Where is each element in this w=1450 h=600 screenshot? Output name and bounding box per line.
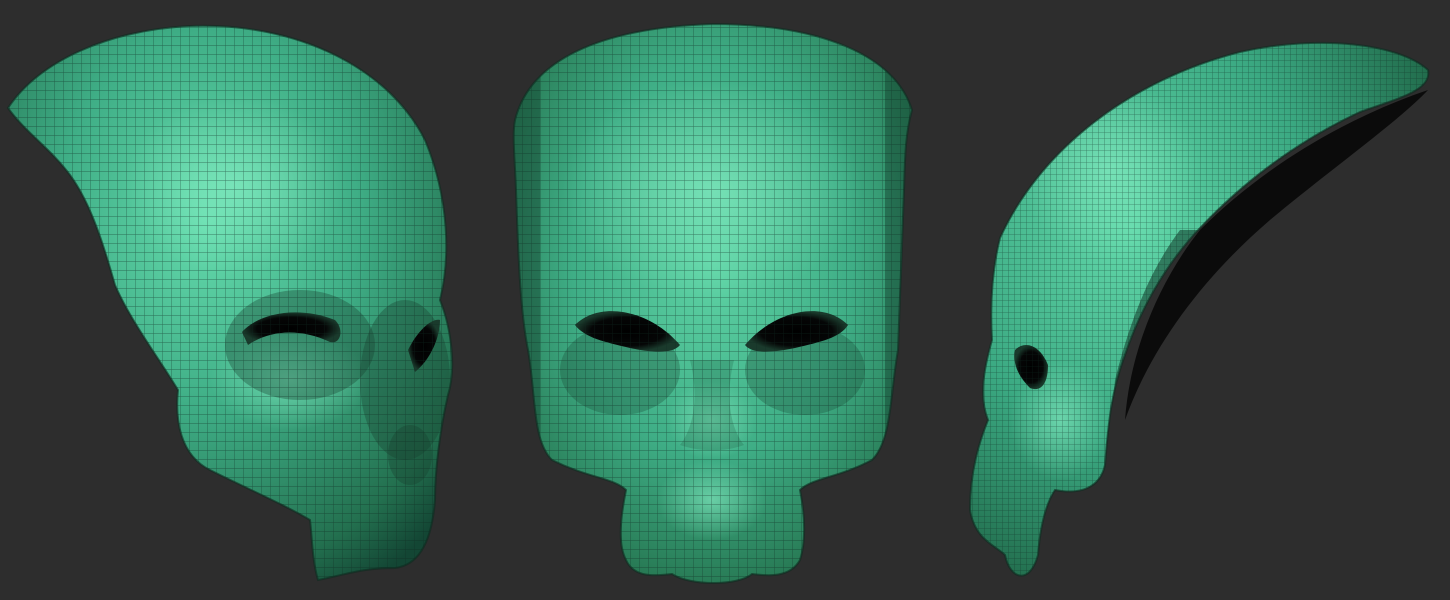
skull-three-quarter-view bbox=[7, 24, 454, 581]
skull-side-view bbox=[969, 41, 1430, 577]
skull-renders bbox=[7, 23, 1430, 584]
skull-front-view bbox=[512, 23, 913, 584]
sculpt-viewport bbox=[0, 0, 1450, 600]
